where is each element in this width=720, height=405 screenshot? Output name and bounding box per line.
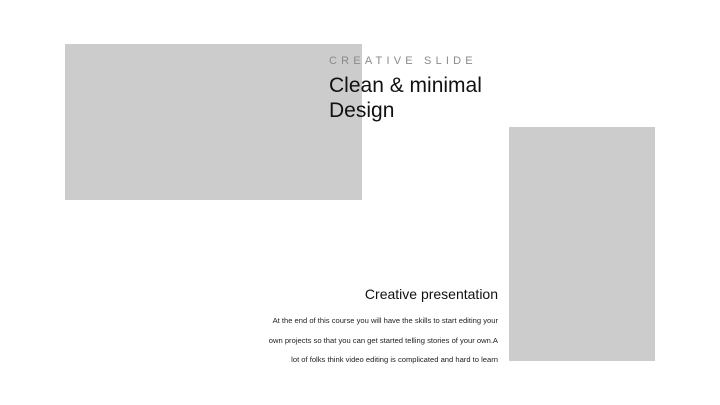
body-line-3: lot of folks think video editing is comp… (291, 355, 498, 364)
slide-title: Clean & minimal Design (329, 73, 482, 123)
slide-subheading: Creative presentation (364, 286, 498, 302)
slide-kicker: CREATIVE SLIDE (329, 55, 477, 67)
image-placeholder-right (509, 127, 655, 361)
slide-title-line-1: Clean & minimal (329, 74, 482, 97)
image-placeholder-left (65, 44, 362, 200)
slide: CREATIVE SLIDE Clean & minimal Design Cr… (0, 0, 720, 405)
slide-body-text: At the end of this course you will have … (269, 311, 498, 370)
body-line-1: At the end of this course you will have … (272, 316, 498, 325)
body-line-2: own projects so that you can get started… (268, 335, 498, 345)
slide-title-line-2: Design (329, 99, 395, 122)
